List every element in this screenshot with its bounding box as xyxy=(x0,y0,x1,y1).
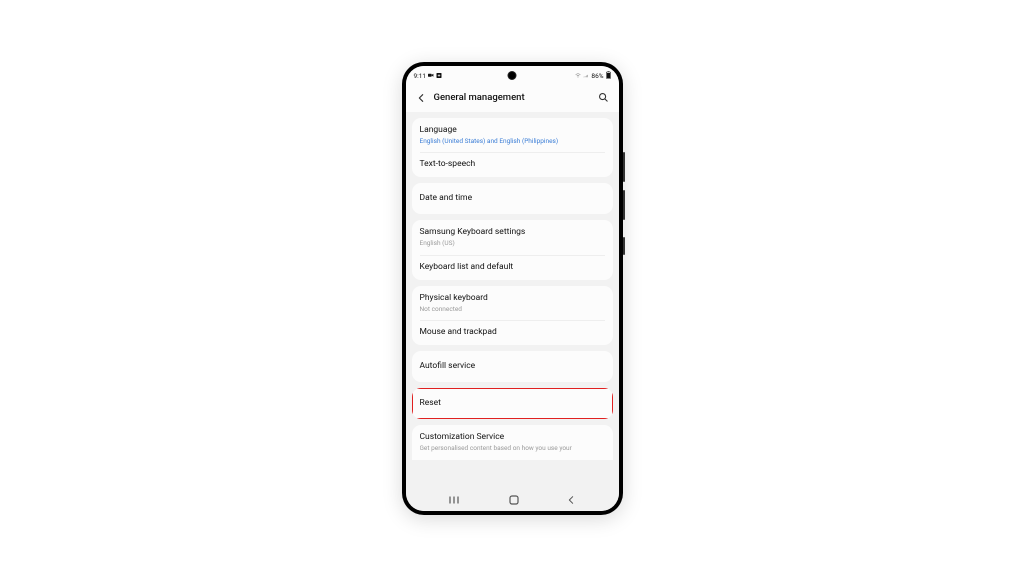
recents-button[interactable] xyxy=(448,495,462,505)
side-button xyxy=(623,237,625,255)
battery-text: 86% xyxy=(591,72,603,80)
battery-icon xyxy=(606,71,611,81)
item-subtitle: Get personalised content based on how yo… xyxy=(420,444,605,452)
search-icon[interactable] xyxy=(598,92,609,103)
item-subtitle: Not connected xyxy=(420,305,605,313)
home-button[interactable] xyxy=(508,494,520,506)
app-header: General management xyxy=(406,84,619,112)
nav-bar xyxy=(406,489,619,511)
item-title: Physical keyboard xyxy=(420,293,605,304)
keyboard-list-item[interactable]: Keyboard list and default xyxy=(412,255,613,280)
item-title: Mouse and trackpad xyxy=(420,327,605,338)
settings-group: Autofill service xyxy=(412,351,613,382)
page-title: General management xyxy=(434,92,590,103)
item-title: Samsung Keyboard settings xyxy=(420,227,605,238)
item-subtitle: English (United States) and English (Phi… xyxy=(420,137,605,145)
plus-icon xyxy=(436,72,442,80)
settings-group: Date and time xyxy=(412,183,613,214)
nav-back-button[interactable] xyxy=(566,495,576,505)
samsung-keyboard-item[interactable]: Samsung Keyboard settings English (US) xyxy=(412,220,613,254)
item-title: Text-to-speech xyxy=(420,159,605,170)
item-title: Reset xyxy=(420,398,605,409)
side-button xyxy=(623,190,625,220)
item-subtitle: English (US) xyxy=(420,239,605,247)
autofill-item[interactable]: Autofill service xyxy=(412,351,613,382)
screen: 9:11 86% xyxy=(406,66,619,511)
mouse-trackpad-item[interactable]: Mouse and trackpad xyxy=(412,320,613,345)
phone-frame: 9:11 86% xyxy=(402,62,623,515)
physical-keyboard-item[interactable]: Physical keyboard Not connected xyxy=(412,286,613,320)
tts-item[interactable]: Text-to-speech xyxy=(412,152,613,177)
item-title: Date and time xyxy=(420,193,605,204)
language-item[interactable]: Language English (United States) and Eng… xyxy=(412,118,613,152)
item-title: Keyboard list and default xyxy=(420,262,605,273)
wifi-icon xyxy=(575,72,581,80)
back-icon[interactable] xyxy=(416,93,426,103)
settings-group: Reset xyxy=(412,388,613,419)
front-camera xyxy=(508,71,517,80)
item-title: Customization Service xyxy=(420,432,605,443)
settings-group: Customization Service Get personalised c… xyxy=(412,425,613,459)
item-title: Language xyxy=(420,125,605,136)
settings-group: Language English (United States) and Eng… xyxy=(412,118,613,178)
item-title: Autofill service xyxy=(420,361,605,372)
date-time-item[interactable]: Date and time xyxy=(412,183,613,214)
settings-group: Physical keyboard Not connected Mouse an… xyxy=(412,286,613,346)
side-button xyxy=(623,152,625,182)
customization-item[interactable]: Customization Service Get personalised c… xyxy=(412,425,613,459)
settings-group: Samsung Keyboard settings English (US) K… xyxy=(412,220,613,280)
settings-content[interactable]: Language English (United States) and Eng… xyxy=(406,112,619,489)
status-time: 9:11 xyxy=(414,72,427,80)
signal-icon xyxy=(583,72,589,80)
reset-item[interactable]: Reset xyxy=(412,388,613,419)
video-icon xyxy=(428,72,434,80)
